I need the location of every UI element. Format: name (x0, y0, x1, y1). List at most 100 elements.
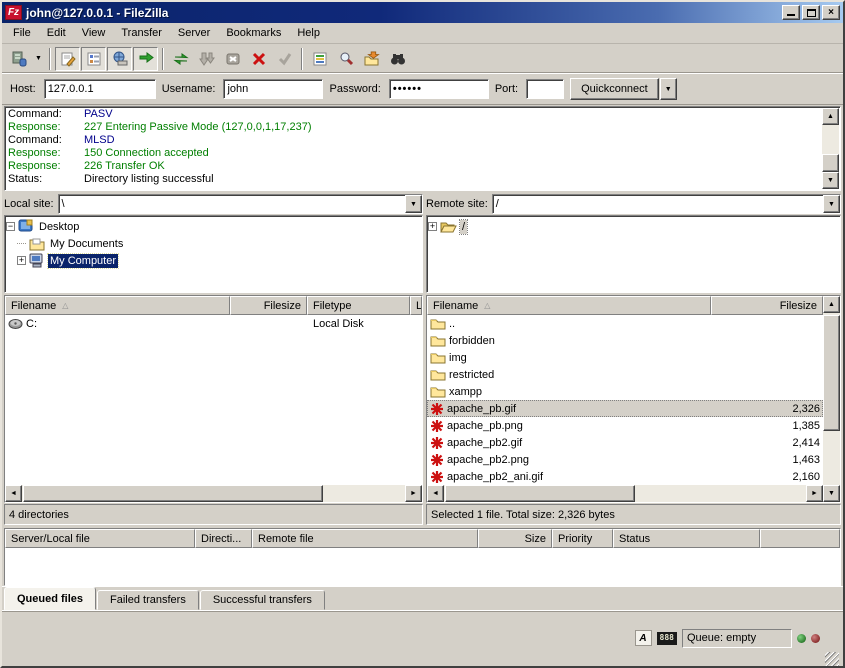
message-log[interactable]: Command: PASV Response: 227 Entering Pas… (4, 106, 841, 191)
dir-row[interactable]: restricted (427, 366, 823, 383)
tree-item-my-computer[interactable]: + My Computer (6, 252, 421, 269)
collapse-icon[interactable]: − (6, 222, 15, 231)
column-header-size[interactable]: Size (478, 529, 552, 548)
cancel-operation-button[interactable] (220, 47, 245, 71)
file-row[interactable]: apache_pb2.png 1,463 (427, 451, 823, 468)
log-scrollbar-thumb[interactable] (822, 154, 839, 172)
local-tree[interactable]: − Desktop My Documents + (4, 215, 423, 293)
scroll-down-icon[interactable]: ▼ (822, 172, 839, 189)
speed-limit-icon[interactable]: 888 (657, 632, 677, 645)
resize-grip[interactable] (825, 652, 839, 666)
file-row[interactable]: apache_pb.png 1,385 (427, 417, 823, 434)
scroll-left-icon[interactable]: ◄ (427, 485, 444, 502)
local-site-dropdown[interactable]: ▼ (405, 195, 422, 213)
port-input[interactable] (526, 79, 564, 99)
site-manager-button[interactable] (6, 47, 31, 71)
find-files-button[interactable] (385, 47, 410, 71)
column-header-filetype[interactable]: Filetype (307, 296, 410, 315)
menu-server[interactable]: Server (171, 25, 217, 41)
dir-row[interactable]: .. (427, 315, 823, 332)
file-row[interactable]: apache_pb2.gif 2,414 (427, 434, 823, 451)
delete-button[interactable] (246, 47, 271, 71)
column-header-filesize[interactable]: Filesize (230, 296, 307, 315)
tree-item-desktop[interactable]: − Desktop (6, 218, 421, 235)
scroll-right-icon[interactable]: ► (405, 485, 422, 502)
tab-successful-transfers[interactable]: Successful transfers (200, 590, 325, 610)
apply-button[interactable] (272, 47, 297, 71)
quickconnect-button[interactable]: Quickconnect (570, 78, 659, 100)
refresh-button[interactable] (168, 47, 193, 71)
scroll-up-icon[interactable]: ▲ (823, 296, 840, 313)
file-row-c-drive[interactable]: C: Local Disk (5, 315, 422, 332)
column-header-server-local-file[interactable]: Server/Local file (5, 529, 195, 548)
column-header-filename[interactable]: Filename △ (427, 296, 711, 315)
scrollbar-thumb[interactable] (23, 485, 323, 502)
expand-icon[interactable]: + (428, 222, 437, 231)
local-site-combo[interactable]: \ ▼ (58, 194, 423, 214)
tree-label-selected[interactable]: / (460, 220, 467, 234)
column-header-status[interactable]: Status (613, 529, 760, 548)
remote-site-dropdown[interactable]: ▼ (823, 195, 840, 213)
scrollbar-thumb[interactable] (823, 315, 840, 431)
tree-label[interactable]: My Documents (48, 237, 125, 251)
remote-rows[interactable]: .. forbidden (427, 315, 823, 485)
scroll-down-icon[interactable]: ▼ (823, 485, 840, 502)
toggle-queue-view-button[interactable] (133, 47, 158, 71)
filter-button[interactable] (307, 47, 332, 71)
tree-label-selected[interactable]: My Computer (48, 254, 118, 268)
process-queue-button[interactable] (194, 47, 219, 71)
remote-vertical-scrollbar[interactable]: ▲ ▼ (823, 296, 840, 502)
remote-site-value[interactable]: / (493, 195, 823, 213)
tree-item-root[interactable]: + / (428, 218, 839, 235)
menu-view[interactable]: View (75, 25, 113, 41)
transfer-type-indicator-icon[interactable]: A (635, 630, 652, 646)
menu-transfer[interactable]: Transfer (114, 25, 169, 41)
scrollbar-thumb[interactable] (445, 485, 635, 502)
file-row[interactable]: apache_pb2_ani.gif 2,160 (427, 468, 823, 485)
remote-horizontal-scrollbar[interactable]: ◄ ► (427, 485, 823, 502)
quickconnect-dropdown[interactable]: ▼ (660, 78, 677, 100)
tree-label[interactable]: Desktop (37, 220, 81, 234)
column-header-last-modified[interactable]: L (410, 296, 422, 315)
menu-file[interactable]: File (6, 25, 38, 41)
scroll-left-icon[interactable]: ◄ (5, 485, 22, 502)
local-site-value[interactable]: \ (59, 195, 405, 213)
file-row-selected[interactable]: apache_pb.gif 2,326 (427, 400, 823, 417)
column-header-filename[interactable]: Filename △ (5, 296, 230, 315)
titlebar[interactable]: Fz john@127.0.0.1 - FileZilla × (2, 2, 843, 23)
maximize-button[interactable] (802, 5, 820, 20)
queue-list-empty[interactable] (5, 548, 840, 585)
dir-row[interactable]: img (427, 349, 823, 366)
synchronized-browsing-button[interactable] (359, 47, 384, 71)
toggle-local-tree-button[interactable] (81, 47, 106, 71)
close-button[interactable]: × (822, 5, 840, 20)
local-horizontal-scrollbar[interactable]: ◄ ► (5, 485, 422, 502)
dir-row[interactable]: xampp (427, 383, 823, 400)
scroll-up-icon[interactable]: ▲ (822, 108, 839, 125)
host-input[interactable] (44, 79, 156, 99)
expand-icon[interactable]: + (17, 256, 26, 265)
column-header-filesize[interactable]: Filesize (711, 296, 823, 315)
tab-failed-transfers[interactable]: Failed transfers (97, 590, 199, 610)
remote-tree[interactable]: + / (426, 215, 841, 293)
local-rows[interactable]: C: Local Disk (5, 315, 422, 485)
username-input[interactable] (223, 79, 323, 99)
minimize-button[interactable] (782, 5, 800, 20)
tab-queued-files[interactable]: Queued files (4, 587, 96, 610)
search-button[interactable] (333, 47, 358, 71)
log-scrollbar[interactable]: ▲ ▼ (822, 108, 839, 189)
menu-bookmarks[interactable]: Bookmarks (219, 25, 288, 41)
column-header-direction[interactable]: Directi... (195, 529, 252, 548)
scroll-right-icon[interactable]: ► (806, 485, 823, 502)
dir-row[interactable]: forbidden (427, 332, 823, 349)
menu-help[interactable]: Help (290, 25, 327, 41)
tree-item-my-documents[interactable]: My Documents (6, 235, 421, 252)
column-header-remote-file[interactable]: Remote file (252, 529, 478, 548)
remote-site-combo[interactable]: / ▼ (492, 194, 841, 214)
site-manager-dropdown[interactable]: ▼ (32, 47, 45, 71)
column-header-priority[interactable]: Priority (552, 529, 613, 548)
password-input[interactable] (389, 79, 489, 99)
menu-edit[interactable]: Edit (40, 25, 73, 41)
toggle-remote-tree-button[interactable] (107, 47, 132, 71)
toggle-log-view-button[interactable] (55, 47, 80, 71)
